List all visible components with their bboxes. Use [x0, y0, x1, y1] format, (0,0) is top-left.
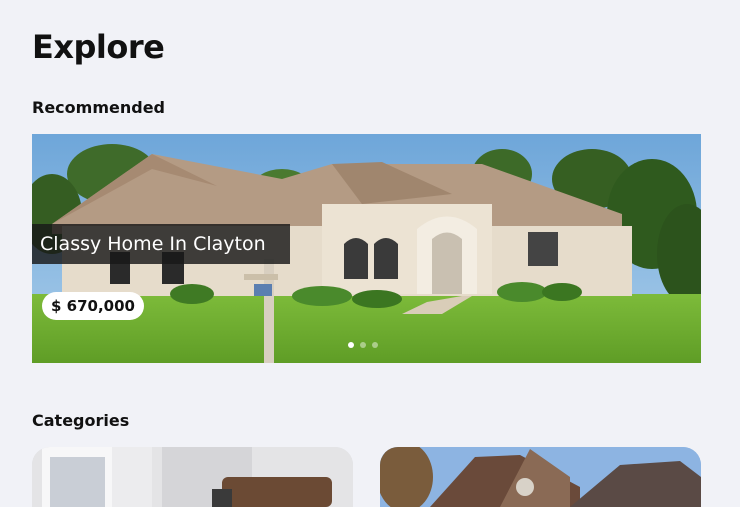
price-badge: $ 670,000 — [42, 292, 144, 320]
interior-photo — [32, 447, 353, 507]
recommended-heading: Recommended — [32, 98, 165, 117]
categories-heading: Categories — [32, 411, 130, 430]
carousel-dot-1[interactable] — [348, 342, 354, 348]
category-card-interior[interactable] — [32, 447, 353, 507]
carousel-dot-3[interactable] — [372, 342, 378, 348]
carousel-indicator[interactable] — [348, 342, 378, 348]
recommended-carousel[interactable]: Classy Home In Clayton $ 670,000 — [32, 134, 701, 363]
houses-photo — [380, 447, 701, 507]
page-title: Explore — [32, 28, 165, 66]
category-card-houses[interactable] — [380, 447, 701, 507]
carousel-dot-2[interactable] — [360, 342, 366, 348]
property-title: Classy Home In Clayton — [32, 224, 290, 264]
